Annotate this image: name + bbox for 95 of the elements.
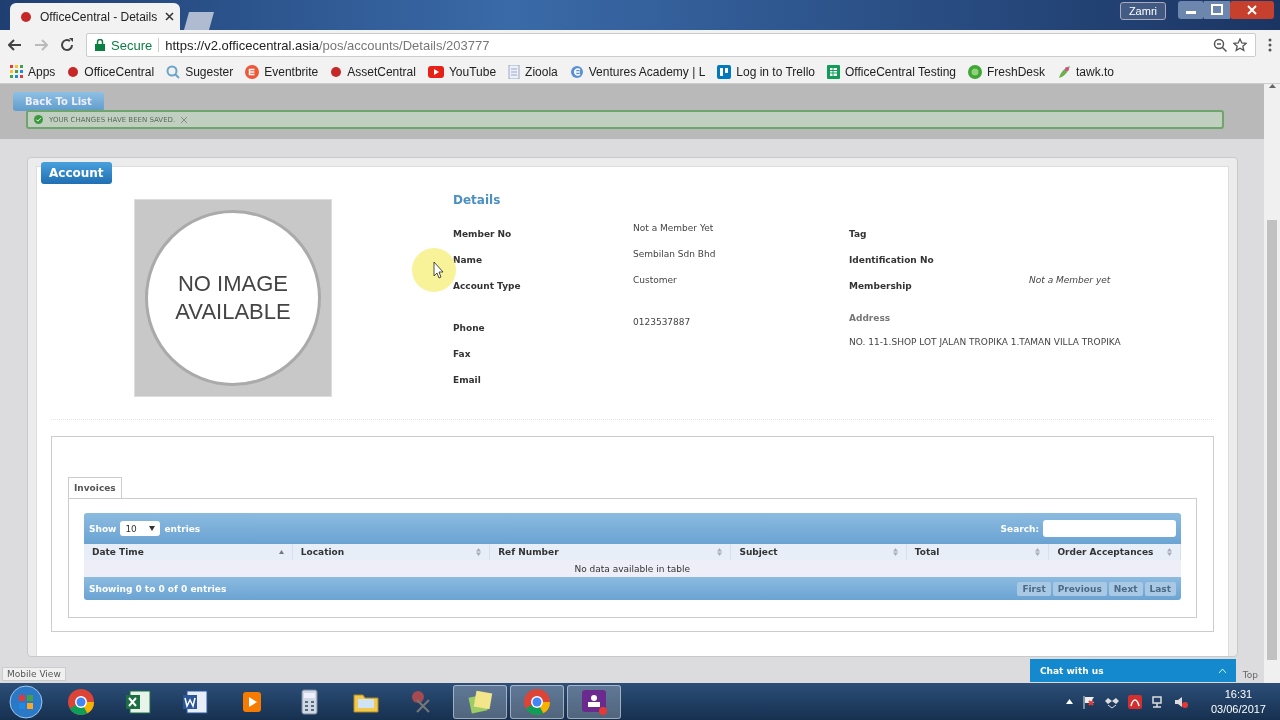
mobile-view-link[interactable]: Mobile View: [2, 667, 66, 681]
check-circle-icon: [34, 115, 43, 124]
field-value: Customer: [633, 275, 677, 287]
secure-label: Secure: [111, 37, 153, 53]
dot-icon: [67, 65, 80, 78]
url-text: https://v2.officecentral.asia/pos/accounts/Details/203777: [165, 37, 490, 53]
taskbar-app-button[interactable]: [510, 684, 564, 719]
menu-icon[interactable]: [1268, 38, 1272, 52]
column-header[interactable]: Ref Number: [489, 544, 731, 560]
chevron-up-icon: [1219, 668, 1226, 673]
column-header[interactable]: Date Time: [84, 544, 293, 560]
network-icon[interactable]: [1150, 694, 1165, 709]
taskbar-app-button[interactable]: [567, 684, 621, 719]
apps-grid-icon: [10, 65, 23, 78]
invoices-tab[interactable]: Invoices: [68, 477, 122, 498]
field-value: NO. 11-1.SHOP LOT JALAN TROPIKA 1.TAMAN VILLA TROPIKA: [849, 337, 1121, 347]
field-label: Identification No: [849, 254, 935, 267]
field-value: 0123537887: [633, 317, 691, 329]
tray-expand-icon[interactable]: [1065, 699, 1073, 704]
bookmark[interactable]: Ventures Academy | L: [569, 64, 706, 79]
spreadsheet-app-icon: [124, 687, 152, 716]
globe-e-icon: [569, 64, 584, 79]
bookmark[interactable]: OfficeCentral Testing: [827, 64, 956, 79]
dropdown-caret-icon: [149, 526, 156, 531]
top-link[interactable]: Top: [1238, 669, 1262, 681]
field-label: Membership: [849, 280, 913, 293]
board-icon: [717, 64, 732, 79]
leaf-icon: [1057, 64, 1071, 79]
bookmark[interactable]: YouTube: [427, 64, 497, 79]
entries-label: entries: [164, 523, 201, 534]
no-image-text: NO IMAGE AVAILABLE: [145, 210, 321, 386]
bookmark[interactable]: Apps: [10, 64, 56, 79]
chrome-icon: [67, 687, 95, 716]
video-app-icon: [580, 687, 608, 716]
panel-title: Account: [41, 162, 112, 184]
field-value: Not a Member yet: [1029, 275, 1111, 287]
address-bar[interactable]: Secure https://v2.officecentral.asia/pos/accounts/Details/203777: [86, 33, 1256, 57]
start-button-icon[interactable]: [8, 683, 44, 720]
field-value: Not a Member Yet: [633, 223, 714, 235]
scrollbar-thumb[interactable]: [1267, 220, 1277, 660]
circle-e-icon: [245, 64, 260, 79]
maximize-icon[interactable]: [1204, 1, 1230, 19]
document-icon: [508, 64, 521, 79]
new-tab-icon[interactable]: [184, 12, 214, 30]
leaf-circle-icon: [968, 64, 982, 79]
empty-table-message: No data available in table: [84, 560, 1181, 577]
column-header[interactable]: Subject: [730, 544, 907, 560]
field-label: Tag: [849, 228, 868, 241]
bookmark[interactable]: AssetCentral: [330, 64, 416, 79]
star-icon[interactable]: [1233, 38, 1247, 52]
clock[interactable]: 16:31 03/06/2017: [1210, 686, 1266, 717]
taskbar-app-button[interactable]: [453, 684, 507, 719]
dot-icon: [20, 10, 32, 23]
chat-widget-bar[interactable]: Chat with us: [1030, 659, 1236, 682]
column-header[interactable]: Total: [906, 544, 1049, 560]
bookmark[interactable]: FreshDesk: [968, 64, 1045, 79]
search-field[interactable]: [1043, 520, 1176, 537]
flag-icon[interactable]: [1081, 694, 1096, 709]
field-label: Account Type: [453, 280, 522, 293]
field-label: Member No: [453, 228, 513, 241]
show-label: Show: [89, 523, 117, 534]
back-arrow-icon[interactable]: [8, 39, 22, 51]
field-label: Fax: [453, 348, 472, 361]
entries-info: Showing 0 to 0 of 0 entries: [89, 583, 227, 594]
bookmark[interactable]: Sugester: [166, 64, 234, 79]
page-size-dropdown[interactable]: 10: [120, 521, 161, 536]
close-icon[interactable]: [165, 12, 175, 21]
minimize-icon[interactable]: [1178, 1, 1204, 19]
bookmark[interactable]: tawk.to: [1057, 64, 1114, 79]
section-heading: Details: [453, 193, 502, 207]
lock-icon: [95, 39, 105, 51]
field-label: Address: [849, 313, 892, 323]
chrome-icon: [523, 687, 551, 716]
column-header[interactable]: Location: [292, 544, 490, 560]
field-label: Phone: [453, 322, 486, 335]
browser-tab[interactable]: OfficeCentral - Details: [10, 3, 180, 30]
bookmark[interactable]: Eventbrite: [245, 64, 319, 79]
bookmark[interactable]: Zioola: [508, 64, 558, 79]
document-app-icon: [181, 687, 209, 716]
search-label: Search:: [1000, 523, 1039, 534]
field-label: Name: [453, 254, 484, 267]
zoom-out-icon[interactable]: [1213, 38, 1227, 52]
bookmark[interactable]: Log in to Trello: [717, 64, 816, 79]
play-icon: [427, 65, 444, 78]
volume-muted-icon[interactable]: [1173, 694, 1188, 709]
bookmark[interactable]: OfficeCentral: [67, 64, 155, 79]
field-value: Sembilan Sdn Bhd: [633, 249, 716, 261]
magnifier-icon: [166, 64, 181, 79]
dot-icon: [330, 65, 343, 78]
arc-app-icon[interactable]: [1127, 694, 1142, 709]
spreadsheet-icon: [827, 64, 841, 79]
field-label: Email: [453, 374, 482, 387]
reload-icon[interactable]: [60, 38, 74, 52]
column-header[interactable]: Order Acceptances: [1048, 544, 1181, 560]
profile-button[interactable]: Zamri: [1119, 2, 1166, 20]
